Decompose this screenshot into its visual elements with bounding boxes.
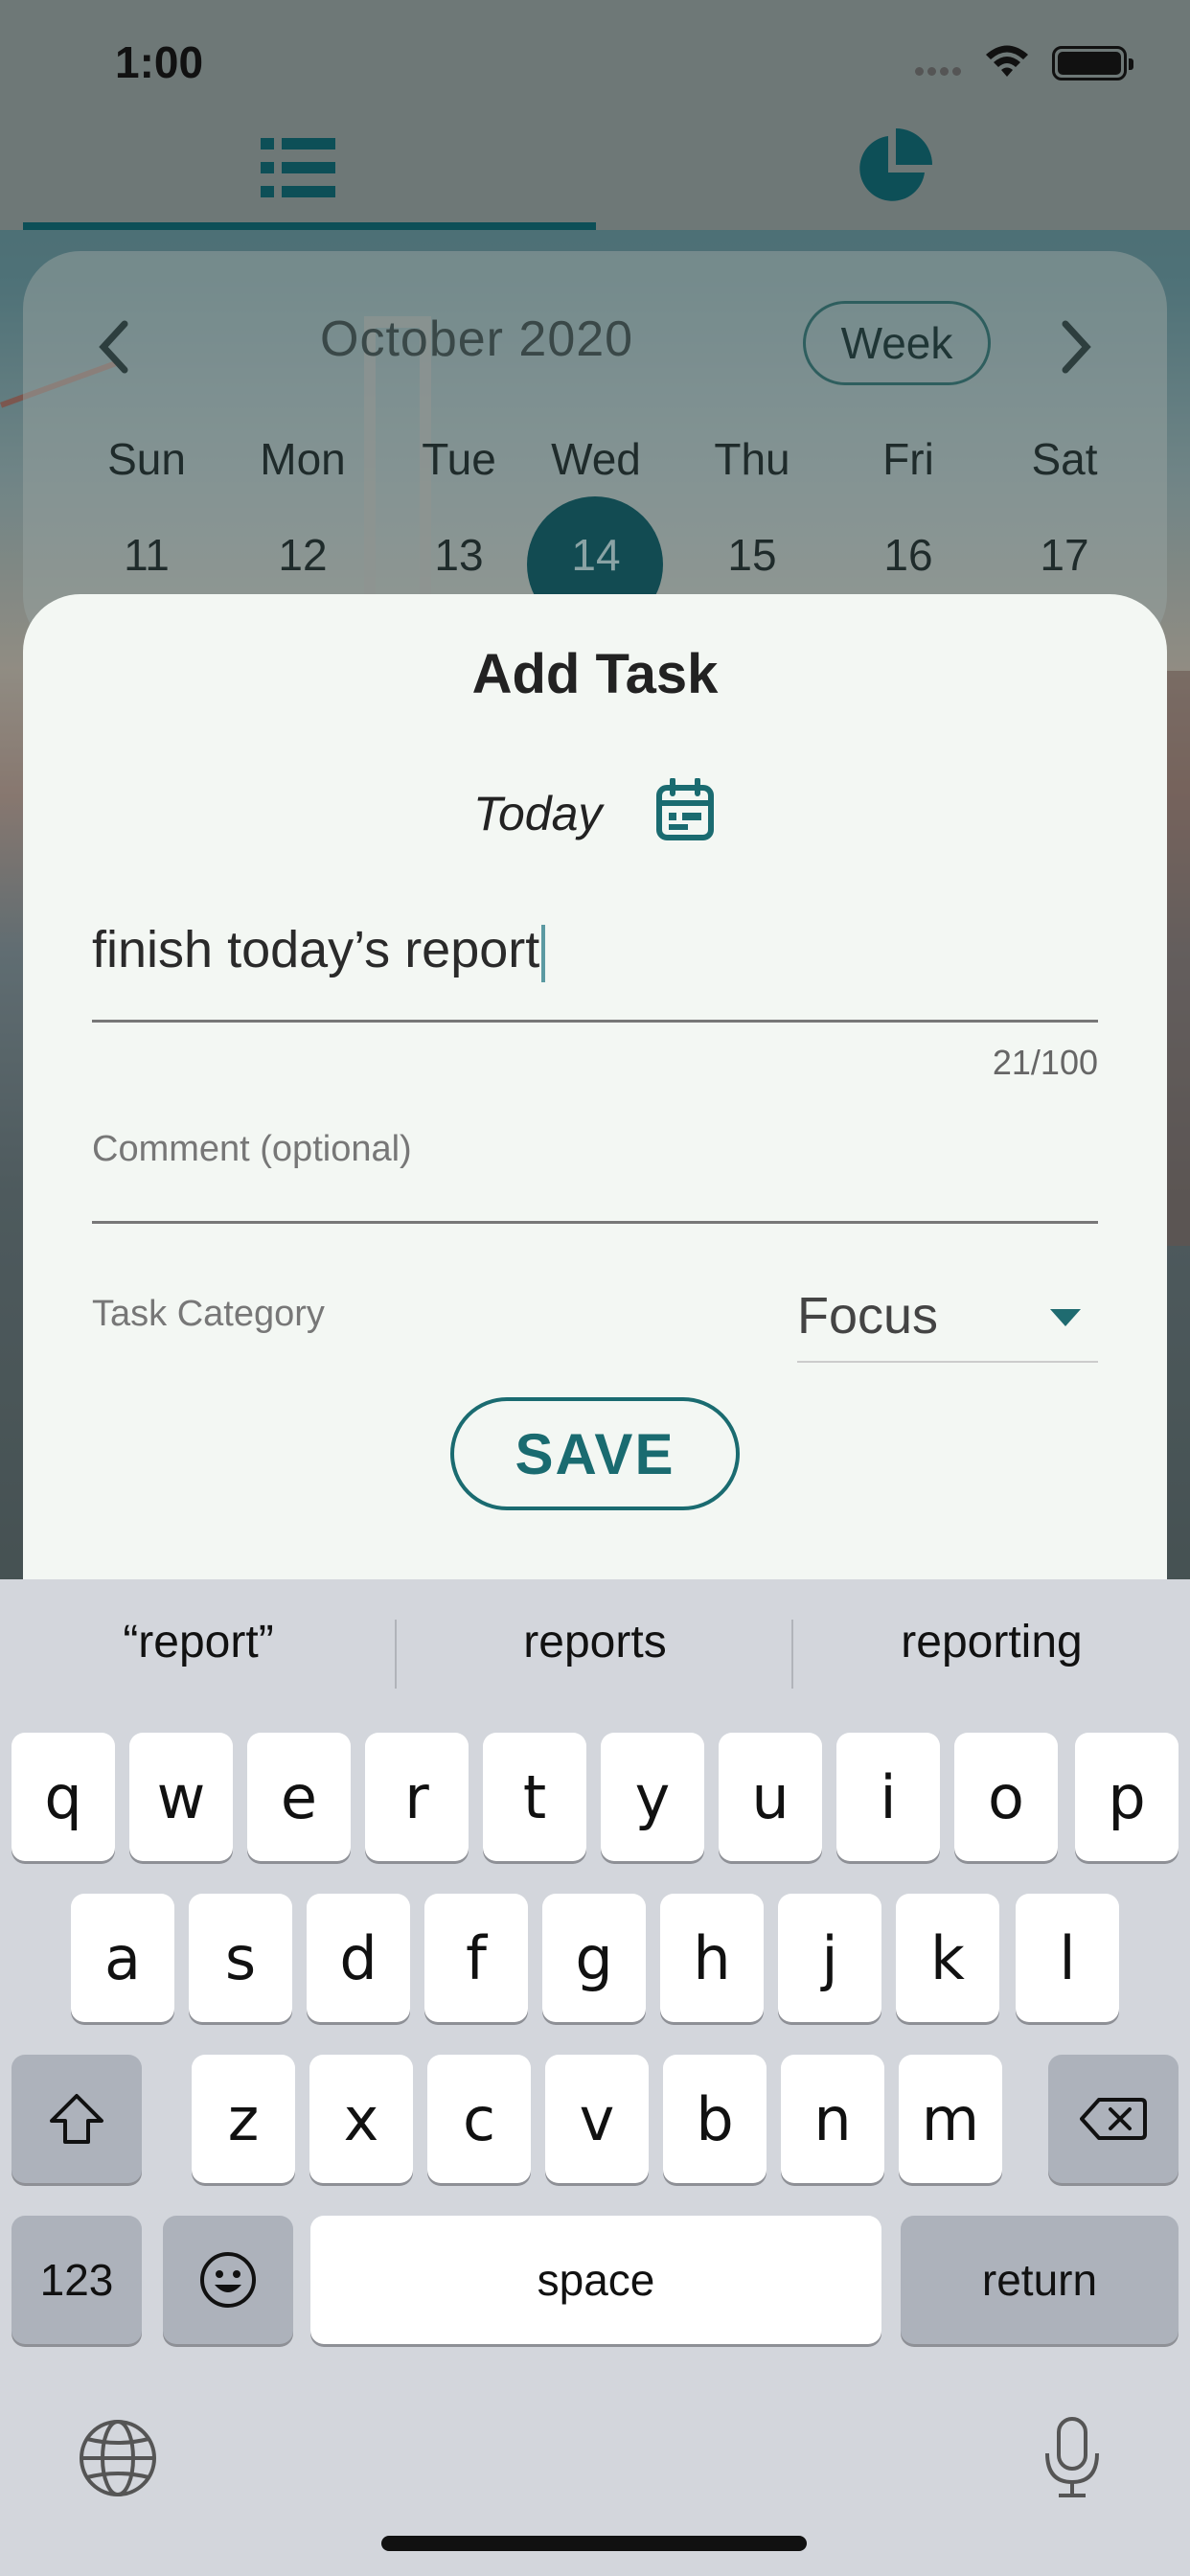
date-cell[interactable]: 13	[387, 529, 531, 581]
active-tab-indicator	[23, 222, 596, 230]
suggestion-item[interactable]: “report”	[0, 1598, 397, 1685]
caret-down-icon	[1050, 1309, 1081, 1326]
task-name-input[interactable]: finish today’s report	[92, 920, 1098, 1016]
sheet-title: Add Task	[471, 643, 719, 705]
key-l[interactable]: l	[1016, 1894, 1119, 2022]
key-e[interactable]: e	[247, 1733, 351, 1861]
key-p[interactable]: p	[1075, 1733, 1179, 1861]
emoji-key[interactable]	[163, 2216, 293, 2344]
key-i[interactable]: i	[836, 1733, 940, 1861]
weekday-label: Thu	[714, 434, 790, 484]
calendar-icon[interactable]	[655, 778, 715, 841]
key-k[interactable]: k	[896, 1894, 999, 2022]
suggestion-item[interactable]: reports	[397, 1598, 793, 1685]
globe-key[interactable]	[75, 2415, 161, 2501]
key-t[interactable]: t	[483, 1733, 586, 1861]
cellular-signal-icon	[915, 63, 973, 76]
week-view-toggle[interactable]: Week	[803, 301, 991, 385]
key-j[interactable]: j	[778, 1894, 881, 2022]
task-name-value: finish today’s report	[92, 921, 540, 978]
weekday-label: Fri	[882, 434, 934, 484]
week-calendar: October 2020 Week Sun Mon Tue Wed Thu Fr…	[23, 251, 1167, 654]
key-z[interactable]: z	[192, 2055, 295, 2183]
return-key[interactable]: return	[901, 2216, 1179, 2344]
key-u[interactable]: u	[719, 1733, 822, 1861]
tab-task-list[interactable]	[0, 105, 595, 230]
weekday-label: Tue	[422, 434, 496, 484]
add-task-sheet: Add Task Today finish today’s report 21/…	[23, 594, 1167, 1610]
key-b[interactable]: b	[663, 2055, 767, 2183]
wifi-icon	[986, 45, 1028, 77]
dictation-key[interactable]	[1029, 2415, 1115, 2501]
key-y[interactable]: y	[601, 1733, 704, 1861]
emoji-icon	[200, 2252, 256, 2308]
category-dropdown[interactable]: Focus	[797, 1286, 1098, 1363]
key-x[interactable]: x	[309, 2055, 413, 2183]
previous-week-button[interactable]	[84, 309, 142, 385]
key-r[interactable]: r	[365, 1733, 469, 1861]
date-cell[interactable]: 15	[680, 529, 824, 581]
key-o[interactable]: o	[954, 1733, 1058, 1861]
chevron-left-icon	[99, 320, 128, 374]
comment-input-underline	[92, 1221, 1098, 1224]
backspace-icon	[1080, 2098, 1147, 2140]
date-cell[interactable]: 16	[836, 529, 980, 581]
key-g[interactable]: g	[542, 1894, 646, 2022]
key-a[interactable]: a	[71, 1894, 174, 2022]
weekday-label: Sat	[1031, 434, 1098, 484]
suggestion-item[interactable]: reporting	[793, 1598, 1190, 1685]
key-s[interactable]: s	[189, 1894, 292, 2022]
calendar-month-label: October 2020	[320, 311, 634, 367]
character-counter: 21/100	[992, 1043, 1098, 1082]
key-q[interactable]: q	[11, 1733, 115, 1861]
status-time: 1:00	[115, 37, 204, 87]
chevron-right-icon	[1062, 320, 1091, 374]
key-d[interactable]: d	[307, 1894, 410, 2022]
comment-input[interactable]: Comment (optional)	[92, 1129, 412, 1170]
space-key[interactable]: space	[310, 2216, 881, 2344]
weekday-label: Wed	[551, 434, 641, 484]
save-button[interactable]: SAVE	[450, 1397, 740, 1510]
key-m[interactable]: m	[899, 2055, 1002, 2183]
tab-statistics[interactable]	[595, 105, 1190, 230]
top-tab-bar	[0, 105, 1190, 230]
shift-key[interactable]	[11, 2055, 142, 2183]
key-c[interactable]: c	[427, 2055, 531, 2183]
task-date-label[interactable]: Today	[473, 786, 602, 841]
date-cell[interactable]: 17	[993, 529, 1136, 581]
pie-chart-icon	[858, 128, 932, 201]
category-value: Focus	[797, 1287, 939, 1345]
date-cell[interactable]: 12	[231, 529, 375, 581]
weekday-label: Mon	[260, 434, 346, 484]
category-label: Task Category	[92, 1294, 325, 1334]
shift-icon	[50, 2094, 103, 2144]
date-cell-selected[interactable]: 14	[524, 529, 668, 581]
globe-icon	[80, 2420, 156, 2496]
key-w[interactable]: w	[129, 1733, 233, 1861]
list-icon	[260, 138, 335, 197]
task-input-underline	[92, 1020, 1098, 1023]
numbers-key[interactable]: 123	[11, 2216, 142, 2344]
key-n[interactable]: n	[781, 2055, 884, 2183]
weekday-label: Sun	[107, 434, 186, 484]
microphone-icon	[1045, 2417, 1099, 2497]
key-h[interactable]: h	[660, 1894, 764, 2022]
date-cell[interactable]: 11	[75, 529, 218, 581]
next-week-button[interactable]	[1048, 309, 1106, 385]
battery-icon	[1052, 46, 1133, 80]
home-indicator[interactable]	[381, 2536, 807, 2551]
key-f[interactable]: f	[424, 1894, 528, 2022]
delete-key[interactable]	[1048, 2055, 1179, 2183]
text-caret	[541, 924, 546, 982]
key-v[interactable]: v	[545, 2055, 649, 2183]
